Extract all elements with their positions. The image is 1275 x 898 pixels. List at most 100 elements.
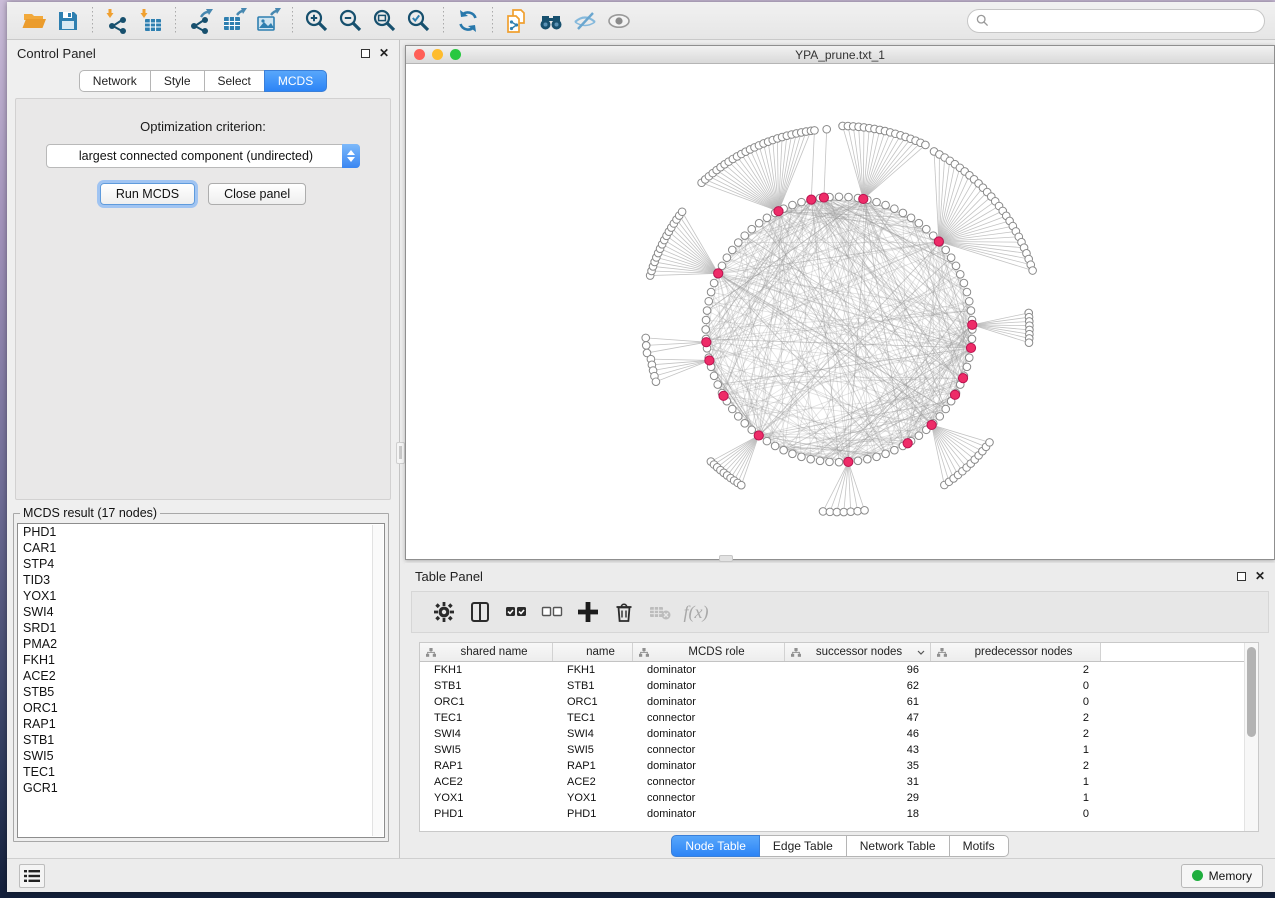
table-cell[interactable]: ACE2: [553, 776, 633, 788]
refresh-icon[interactable]: [451, 6, 485, 36]
export-table-icon[interactable]: [217, 6, 251, 36]
table-cell[interactable]: 35: [785, 760, 931, 772]
import-network-icon[interactable]: [100, 6, 134, 36]
column-header-name[interactable]: name: [553, 643, 633, 661]
delete-table-icon[interactable]: [644, 597, 676, 627]
column-header-successor-nodes[interactable]: successor nodes: [785, 643, 931, 661]
task-history-button[interactable]: [19, 864, 45, 888]
mcds-result-item[interactable]: TEC1: [18, 764, 384, 780]
tab-mcds[interactable]: MCDS: [264, 70, 327, 92]
table-cell[interactable]: 2: [931, 712, 1101, 724]
add-icon[interactable]: [572, 597, 604, 627]
export-image-icon[interactable]: [251, 6, 285, 36]
table-cell[interactable]: 0: [931, 680, 1101, 692]
close-panel-button-mcds[interactable]: Close panel: [208, 183, 306, 205]
table-row[interactable]: TEC1TEC1connector472: [420, 710, 1258, 726]
show-all-icon[interactable]: [602, 6, 636, 36]
table-cell[interactable]: 46: [785, 728, 931, 740]
gear-icon[interactable]: [428, 597, 460, 627]
node-table[interactable]: shared namenameMCDS rolesuccessor nodesp…: [419, 642, 1259, 832]
table-cell[interactable]: SWI4: [553, 728, 633, 740]
table-cell[interactable]: STB1: [420, 680, 553, 692]
column-header-MCDS-role[interactable]: MCDS role: [633, 643, 785, 661]
tab-select[interactable]: Select: [204, 70, 265, 92]
mcds-list-scrollbar[interactable]: [372, 525, 383, 836]
mcds-result-item[interactable]: STB5: [18, 684, 384, 700]
table-row[interactable]: SWI5SWI5connector431: [420, 742, 1258, 758]
memory-button[interactable]: Memory: [1181, 864, 1263, 888]
deselect-all-icon[interactable]: [536, 597, 568, 627]
network-search-box[interactable]: [967, 9, 1265, 33]
mcds-result-item[interactable]: SWI4: [18, 604, 384, 620]
copy-network-icon[interactable]: [500, 6, 534, 36]
mcds-result-item[interactable]: SWI5: [18, 748, 384, 764]
table-scrollbar-thumb[interactable]: [1247, 647, 1256, 737]
mcds-result-item[interactable]: STP4: [18, 556, 384, 572]
table-cell[interactable]: FKH1: [420, 664, 553, 676]
table-cell[interactable]: TEC1: [420, 712, 553, 724]
network-window-titlebar[interactable]: YPA_prune.txt_1: [406, 46, 1274, 64]
table-cell[interactable]: 1: [931, 744, 1101, 756]
mcds-result-item[interactable]: PMA2: [18, 636, 384, 652]
vertical-splitter-handle[interactable]: [396, 442, 405, 464]
table-cell[interactable]: 0: [931, 696, 1101, 708]
table-cell[interactable]: STB1: [553, 680, 633, 692]
mcds-result-item[interactable]: RAP1: [18, 716, 384, 732]
table-cell[interactable]: 29: [785, 792, 931, 804]
tab-network[interactable]: Network: [79, 70, 151, 92]
table-cell[interactable]: PHD1: [420, 808, 553, 820]
search-network-icon[interactable]: [534, 6, 568, 36]
table-cell[interactable]: SWI5: [420, 744, 553, 756]
search-input[interactable]: [994, 14, 1256, 28]
mcds-result-item[interactable]: GCR1: [18, 780, 384, 796]
table-cell[interactable]: ORC1: [420, 696, 553, 708]
table-cell[interactable]: ORC1: [553, 696, 633, 708]
close-panel-button[interactable]: ✕: [379, 48, 389, 58]
table-cell[interactable]: dominator: [633, 664, 785, 676]
export-network-icon[interactable]: [183, 6, 217, 36]
table-cell[interactable]: dominator: [633, 680, 785, 692]
table-tab-motifs[interactable]: Motifs: [949, 835, 1009, 857]
select-all-icon[interactable]: [500, 597, 532, 627]
table-tab-network-table[interactable]: Network Table: [846, 835, 950, 857]
mcds-result-item[interactable]: YOX1: [18, 588, 384, 604]
table-row[interactable]: PHD1PHD1dominator180: [420, 806, 1258, 822]
table-cell[interactable]: SWI5: [553, 744, 633, 756]
table-cell[interactable]: 62: [785, 680, 931, 692]
horizontal-splitter-handle[interactable]: [719, 555, 733, 562]
table-cell[interactable]: YOX1: [553, 792, 633, 804]
zoom-fit-icon[interactable]: [368, 6, 402, 36]
mcds-result-item[interactable]: FKH1: [18, 652, 384, 668]
table-cell[interactable]: FKH1: [553, 664, 633, 676]
table-cell[interactable]: RAP1: [420, 760, 553, 772]
table-cell[interactable]: 43: [785, 744, 931, 756]
zoom-selected-icon[interactable]: [402, 6, 436, 36]
table-tab-node-table[interactable]: Node Table: [671, 835, 760, 857]
network-canvas[interactable]: [406, 64, 1274, 559]
import-table-icon[interactable]: [134, 6, 168, 36]
table-row[interactable]: ACE2ACE2connector311: [420, 774, 1258, 790]
hide-selected-icon[interactable]: [568, 6, 602, 36]
table-row[interactable]: RAP1RAP1dominator352: [420, 758, 1258, 774]
table-cell[interactable]: dominator: [633, 696, 785, 708]
table-row[interactable]: FKH1FKH1dominator962: [420, 662, 1258, 678]
table-cell[interactable]: connector: [633, 776, 785, 788]
close-table-panel-button[interactable]: ✕: [1255, 571, 1265, 581]
float-table-panel-button[interactable]: [1237, 572, 1246, 581]
zoom-out-icon[interactable]: [334, 6, 368, 36]
table-cell[interactable]: dominator: [633, 808, 785, 820]
table-cell[interactable]: 96: [785, 664, 931, 676]
tab-style[interactable]: Style: [150, 70, 205, 92]
table-cell[interactable]: SWI4: [420, 728, 553, 740]
save-icon[interactable]: [51, 6, 85, 36]
table-cell[interactable]: connector: [633, 792, 785, 804]
mcds-result-item[interactable]: SRD1: [18, 620, 384, 636]
column-header-predecessor-nodes[interactable]: predecessor nodes: [931, 643, 1101, 661]
table-cell[interactable]: 47: [785, 712, 931, 724]
table-cell[interactable]: PHD1: [553, 808, 633, 820]
table-tab-edge-table[interactable]: Edge Table: [759, 835, 847, 857]
table-cell[interactable]: ACE2: [420, 776, 553, 788]
table-row[interactable]: STB1STB1dominator620: [420, 678, 1258, 694]
network-graph[interactable]: [406, 64, 1274, 559]
open-icon[interactable]: [17, 6, 51, 36]
